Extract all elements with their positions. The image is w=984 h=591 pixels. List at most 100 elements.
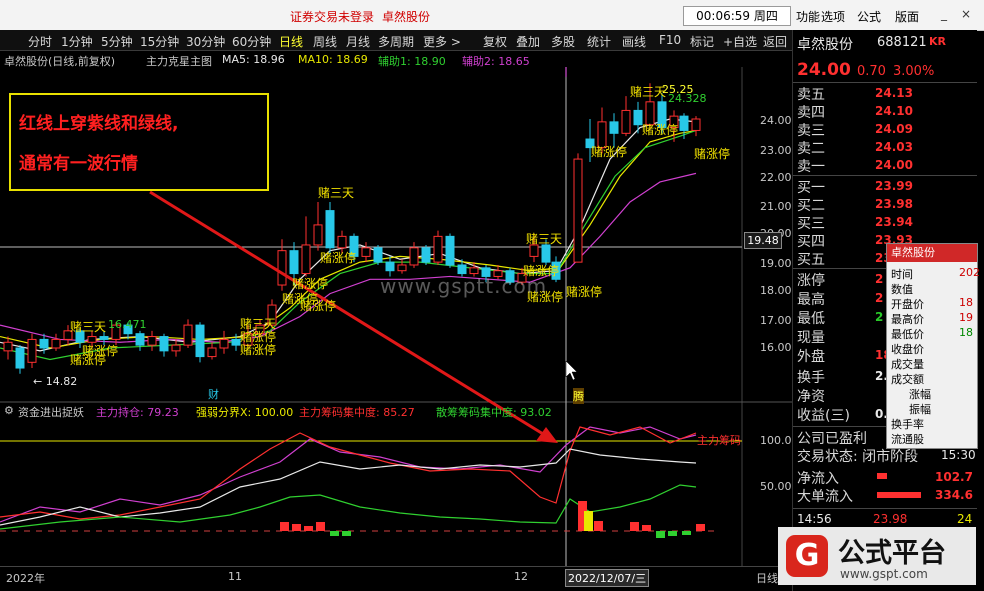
- candle-body: [277, 250, 287, 286]
- main-conc-value: 主力筹码集中度: 85.27: [299, 406, 415, 419]
- menu-function[interactable]: 功能: [796, 8, 820, 25]
- last-price: 24.00: [797, 60, 851, 80]
- clock: 00:06:59 周四: [683, 6, 791, 26]
- menu-formula[interactable]: 公式: [857, 8, 881, 25]
- data-popup[interactable]: 卓然股份 时间 202 数值 开盘价 18 最高价 19 最低价 18 收盘价 …: [886, 243, 980, 449]
- tab-5min[interactable]: 5分钟: [101, 33, 133, 50]
- tab-60min[interactable]: 60分钟: [232, 33, 271, 50]
- stat-label: 换手: [797, 370, 825, 386]
- btn-add-watchlist[interactable]: +自选: [723, 33, 757, 50]
- tab-30min[interactable]: 30分钟: [186, 33, 225, 50]
- bid-price[interactable]: 23.99: [875, 179, 913, 193]
- candle-body: [159, 336, 169, 352]
- company-profit[interactable]: 公司已盈利: [797, 428, 867, 448]
- signal-label: 赌涨停: [642, 123, 679, 137]
- period-toolbar: 分时 1分钟 5分钟 15分钟 30分钟 60分钟 日线 周线 月线 多周期 更…: [0, 30, 792, 51]
- bid-label: 买四: [797, 234, 825, 250]
- btn-overlay[interactable]: 叠加: [516, 33, 540, 50]
- flow-bar: [656, 531, 665, 538]
- price-tick: 18.00: [760, 284, 792, 297]
- settings-icon[interactable]: ⚙: [4, 404, 14, 417]
- ask-price[interactable]: 24.09: [875, 122, 913, 136]
- tab-more[interactable]: 更多 >: [423, 33, 461, 50]
- low-price-label: ← 14.82: [33, 375, 78, 388]
- flow-bar: [696, 524, 705, 531]
- flow-bar: [682, 531, 691, 535]
- big-inflow-label: 大单流入: [797, 489, 853, 505]
- title-bar: 证券交易未登录 卓然股份 00:06:59 周四 功能 选项 公式 版面 _ ×: [0, 0, 984, 31]
- sub-indicator-title: ⚙ 资金进出捉妖 主力持仓: 79.23 强弱分界X: 100.00 主力筹码集…: [0, 402, 792, 420]
- candle-body: [51, 338, 61, 349]
- brand-logo-icon: G: [786, 535, 828, 577]
- login-warning[interactable]: 证券交易未登录: [290, 8, 374, 25]
- flow-bar: [292, 524, 301, 531]
- popup-label: 涨幅: [909, 388, 931, 401]
- minimize-icon[interactable]: _: [936, 6, 952, 22]
- popup-title: 卓然股份: [887, 244, 977, 262]
- price-tick: 19.00: [760, 257, 792, 270]
- popup-label: 最低价: [891, 328, 924, 341]
- cursor-date: 2022/12/07/三: [565, 569, 650, 587]
- popup-label: 成交量: [891, 358, 924, 371]
- candle-body: [27, 338, 37, 363]
- tick-time: 14:56: [797, 512, 832, 526]
- close-icon[interactable]: ×: [958, 6, 974, 22]
- candle-body: [409, 247, 419, 266]
- signal-label: 赌涨停: [694, 147, 731, 161]
- sub-indicator-name[interactable]: 资金进出捉妖: [18, 404, 84, 420]
- price-tick: 16.00: [760, 341, 792, 354]
- tab-minute[interactable]: 分时: [28, 33, 52, 50]
- tab-daily[interactable]: 日线: [279, 33, 303, 50]
- stat-value: 2: [875, 310, 884, 324]
- candle-body: [313, 224, 323, 246]
- ma10-value: MA10: 18.69: [298, 53, 368, 66]
- tab-1min[interactable]: 1分钟: [61, 33, 93, 50]
- popup-label: 收盘价: [891, 343, 924, 356]
- candle-body: [135, 333, 145, 346]
- popup-label: 振幅: [909, 403, 931, 416]
- candle-body: [3, 341, 13, 352]
- bid-label: 买三: [797, 216, 825, 232]
- strength-value: 强弱分界X: 100.00: [196, 406, 294, 419]
- menu-layout[interactable]: 版面: [895, 8, 919, 25]
- flow-bar: [304, 526, 313, 531]
- price-change: 0.70: [857, 64, 886, 79]
- btn-multi-stock[interactable]: 多股: [551, 33, 575, 50]
- candle-body: [421, 247, 431, 263]
- menu-options[interactable]: 选项: [821, 8, 845, 25]
- candle-body: [183, 324, 193, 346]
- signal-label: 赌三天: [630, 85, 667, 99]
- chart-title-line: 卓然股份(日线,前复权) 主力克星主图 MA5: 18.96 MA10: 18.…: [0, 51, 792, 68]
- tab-weekly[interactable]: 周线: [313, 33, 337, 50]
- bid-price[interactable]: 23.98: [875, 197, 913, 211]
- btn-draw-line[interactable]: 画线: [622, 33, 646, 50]
- quote-stock-code: 688121: [877, 35, 927, 50]
- ask-price[interactable]: 24.13: [875, 86, 913, 100]
- btn-mark[interactable]: 标记: [690, 33, 714, 50]
- stat-value: 2: [875, 272, 884, 286]
- bid-label: 买一: [797, 180, 825, 196]
- btn-back[interactable]: 返回: [763, 33, 787, 50]
- btn-adjust[interactable]: 复权: [483, 33, 507, 50]
- ask-price[interactable]: 24.03: [875, 140, 913, 154]
- brand-badge: G 公式平台 www.gspt.com: [778, 527, 976, 585]
- signal-label: 赌涨停: [300, 299, 337, 313]
- btn-statistics[interactable]: 统计: [587, 33, 611, 50]
- candle-body: [147, 336, 157, 346]
- candle-body: [433, 235, 443, 263]
- btn-f10[interactable]: F10: [659, 33, 681, 47]
- tab-monthly[interactable]: 月线: [346, 33, 370, 50]
- finance-marker[interactable]: 财: [208, 386, 219, 402]
- tab-15min[interactable]: 15分钟: [140, 33, 179, 50]
- bid-price[interactable]: 23.94: [875, 215, 913, 229]
- flow-bar: [316, 522, 325, 531]
- candle-body: [195, 324, 205, 358]
- signal-label: 赌涨停: [566, 285, 603, 299]
- tab-multi-period[interactable]: 多周期: [378, 33, 414, 50]
- candle-body: [301, 244, 311, 275]
- ask-price[interactable]: 24.10: [875, 104, 913, 118]
- ask-price[interactable]: 24.00: [875, 158, 913, 172]
- low-left-label: 16.471: [108, 318, 147, 331]
- candle-body: [679, 115, 689, 131]
- candle-body: [99, 336, 109, 340]
